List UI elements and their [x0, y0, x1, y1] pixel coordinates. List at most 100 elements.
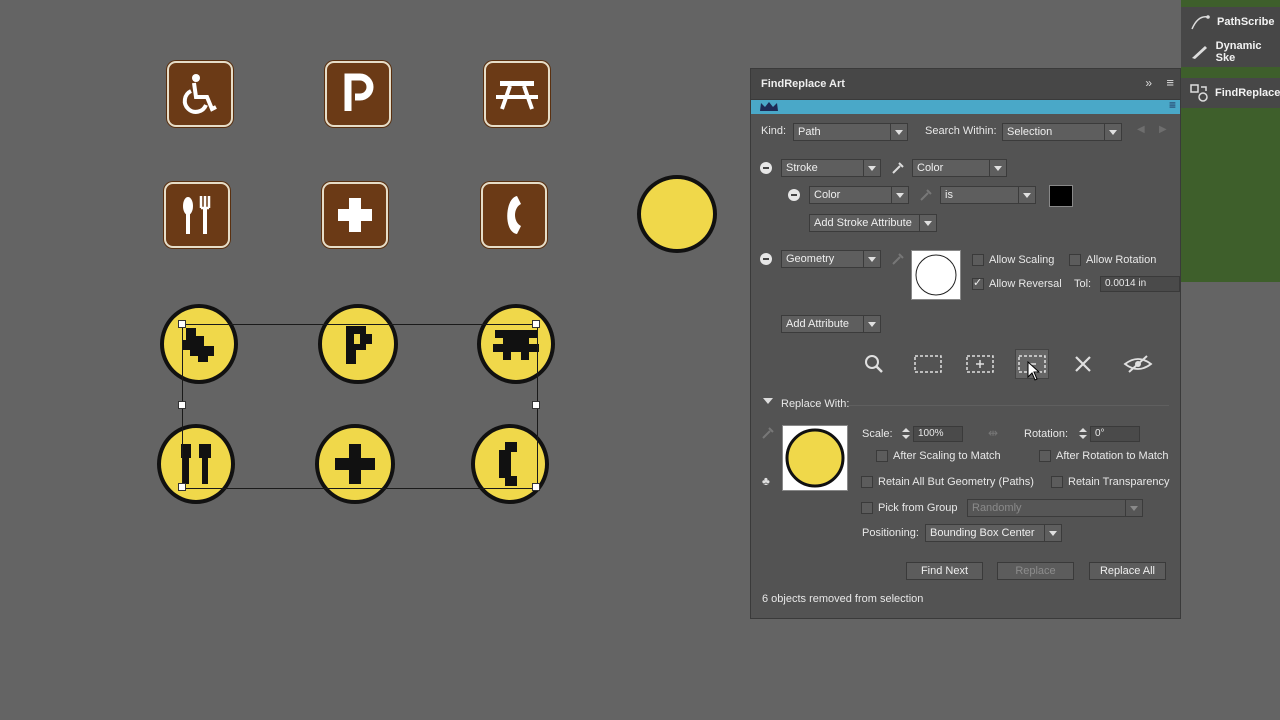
replace-with-label: Replace With: — [781, 398, 850, 410]
resize-handle[interactable] — [178, 401, 186, 409]
panel-brand-bar: ≡ — [751, 98, 1180, 114]
rotation-value: 0° — [1095, 428, 1105, 439]
allow-reversal-checkbox[interactable] — [972, 276, 984, 290]
find-search-icon[interactable] — [862, 352, 886, 376]
mouse-cursor-icon — [1027, 361, 1041, 381]
yellow-circle-object[interactable] — [637, 175, 717, 253]
panel-menu-icon[interactable]: ≡ — [1166, 75, 1174, 90]
first-aid-sign[interactable] — [322, 182, 388, 248]
kind-dropdown[interactable]: Path — [793, 123, 908, 141]
positioning-value: Bounding Box Center — [930, 527, 1035, 539]
telephone-sign[interactable] — [481, 182, 547, 248]
resize-handle[interactable] — [178, 320, 186, 328]
scale-input[interactable]: 100% — [913, 426, 963, 442]
add-attribute-label: Add Attribute — [786, 318, 849, 330]
eyedropper-disabled-icon — [892, 253, 904, 265]
kind-value: Path — [798, 126, 821, 138]
collapse-double-arrow-icon[interactable]: » — [1145, 76, 1152, 90]
allow-reversal-label: Allow Reversal — [989, 278, 1062, 290]
club-symbol-icon[interactable]: ♣ — [762, 474, 770, 488]
findreplace-panel: FindReplace Art » ≡ ≡ Kind: Path Search … — [750, 68, 1181, 619]
resize-handle[interactable] — [532, 320, 540, 328]
color-attribute-dropdown[interactable]: Color — [809, 186, 909, 204]
remove-color-icon[interactable] — [788, 189, 800, 201]
after-rotation-checkbox[interactable] — [1039, 450, 1051, 462]
stroke-prop-value: Color — [917, 162, 944, 174]
allow-scaling-checkbox[interactable] — [972, 254, 984, 266]
retain-transparency-checkbox[interactable] — [1051, 476, 1063, 488]
pick-mode-value: Randomly — [972, 502, 1022, 514]
bar-menu-icon[interactable]: ≡ — [1169, 98, 1176, 112]
parking-sign[interactable] — [325, 61, 391, 127]
tolerance-label: Tol: — [1074, 278, 1092, 290]
stroke-attribute-dropdown[interactable]: Stroke — [781, 159, 881, 177]
scale-spinner[interactable] — [901, 426, 911, 442]
allow-rotation-checkbox[interactable] — [1069, 254, 1081, 266]
crown-logo-icon — [760, 102, 778, 111]
next-arrow-icon[interactable]: ▶ — [1159, 124, 1167, 135]
picnic-sign[interactable] — [484, 61, 550, 127]
first-aid-icon — [338, 198, 372, 232]
after-scaling-checkbox[interactable] — [876, 450, 888, 462]
positioning-dropdown[interactable]: Bounding Box Center — [925, 524, 1062, 542]
scale-value: 100% — [918, 428, 944, 439]
tab-pathscribe[interactable]: PathScribe — [1181, 7, 1280, 37]
color-swatch[interactable] — [1049, 185, 1073, 207]
tolerance-value: 0.0014 in — [1105, 278, 1147, 289]
scale-label: Scale: — [862, 428, 893, 440]
panel-title-bar[interactable]: FindReplace Art » ≡ — [751, 69, 1180, 100]
geometry-attr-value: Geometry — [786, 253, 835, 265]
find-next-button[interactable]: Find Next — [906, 562, 983, 580]
replace-all-button[interactable]: Replace All — [1089, 562, 1166, 580]
select-all-icon[interactable] — [913, 352, 943, 376]
status-text: 6 objects removed from selection — [762, 593, 924, 605]
rotation-label: Rotation: — [1024, 428, 1069, 440]
pathscribe-icon — [1189, 11, 1211, 33]
pick-from-group-checkbox[interactable] — [861, 502, 873, 514]
after-scaling-label: After Scaling to Match — [893, 450, 1001, 462]
dynamic-sketch-icon — [1189, 41, 1210, 63]
remove-stroke-icon[interactable] — [760, 162, 772, 174]
pick-mode-dropdown[interactable]: Randomly — [967, 499, 1143, 517]
stroke-property-dropdown[interactable]: Color — [912, 159, 1007, 177]
wheelchair-sign[interactable] — [167, 61, 233, 127]
kind-label: Kind: — [761, 125, 787, 137]
remove-geometry-icon[interactable] — [760, 253, 772, 265]
resize-handle[interactable] — [532, 401, 540, 409]
restaurant-sign[interactable] — [164, 182, 230, 248]
allow-scaling-label: Allow Scaling — [989, 254, 1055, 266]
allow-rotation-label: Allow Rotation — [1086, 254, 1157, 266]
tolerance-input[interactable]: 0.0014 in — [1100, 276, 1180, 292]
eyedropper-disabled-icon — [920, 189, 932, 201]
rotation-input[interactable]: 0° — [1090, 426, 1140, 442]
tab-label: Dynamic Ske — [1215, 40, 1262, 64]
tab-findreplace[interactable]: FindReplace — [1181, 78, 1280, 108]
tab-dynamic-sketch[interactable]: Dynamic Ske — [1181, 37, 1280, 67]
geometry-preview — [911, 250, 961, 300]
add-attribute-dropdown[interactable]: Add Attribute — [781, 315, 881, 333]
eyedropper-icon[interactable] — [891, 161, 905, 175]
search-within-dropdown[interactable]: Selection — [1002, 123, 1122, 141]
picnic-table-icon — [496, 81, 538, 110]
geometry-attribute-dropdown[interactable]: Geometry — [781, 250, 881, 268]
replace-button[interactable]: Replace — [997, 562, 1074, 580]
prev-arrow-icon[interactable]: ◀ — [1137, 124, 1145, 135]
resize-handle[interactable] — [178, 483, 186, 491]
link-proportions-icon[interactable]: ⇹ — [988, 426, 998, 440]
add-stroke-attribute-dropdown[interactable]: Add Stroke Attribute — [809, 214, 937, 232]
hide-eye-icon[interactable] — [1123, 352, 1153, 376]
search-within-value: Selection — [1007, 126, 1053, 138]
retain-all-but-geometry-checkbox[interactable] — [861, 476, 873, 488]
parking-icon — [344, 73, 374, 111]
search-within-label: Search Within: — [925, 125, 997, 137]
eyedropper-disabled-icon — [762, 427, 774, 439]
tab-label: FindReplace — [1215, 87, 1280, 99]
selection-bounding-box[interactable] — [182, 324, 538, 489]
replacement-preview — [782, 425, 848, 491]
resize-handle[interactable] — [532, 483, 540, 491]
replace-with-disclosure-icon[interactable] — [763, 398, 773, 404]
rotation-spinner[interactable] — [1078, 426, 1088, 442]
add-to-selection-icon[interactable] — [965, 352, 995, 376]
clear-x-icon[interactable] — [1071, 352, 1095, 376]
color-operator-dropdown[interactable]: is — [940, 186, 1036, 204]
